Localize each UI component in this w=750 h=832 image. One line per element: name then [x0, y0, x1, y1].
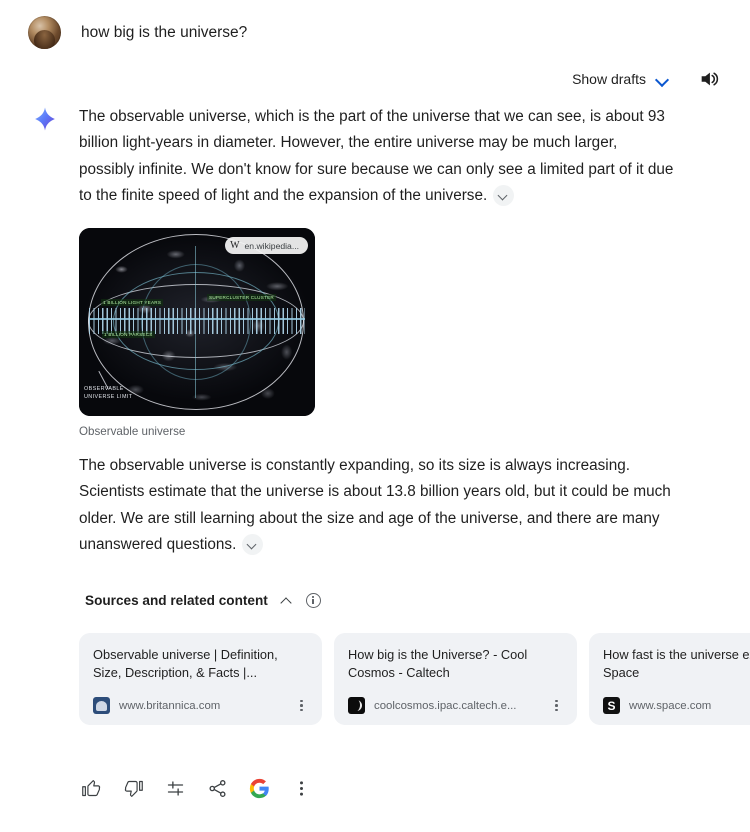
list-item[interactable]: How big is the Universe? - Cool Cosmos -…: [334, 633, 577, 725]
list-item[interactable]: Observable universe | Definition, Size, …: [79, 633, 322, 725]
sources-header: Sources and related content: [85, 593, 321, 608]
thumb-up-icon[interactable]: [79, 776, 103, 800]
gemini-response-page: how big is the universe? Show drafts The…: [0, 0, 750, 832]
chevron-up-icon[interactable]: [280, 594, 294, 608]
scale-baseline: [89, 318, 305, 320]
user-prompt-text: how big is the universe?: [81, 23, 248, 41]
source-badge-wikipedia[interactable]: W en.wikipedia...: [225, 237, 308, 254]
volume-up-icon[interactable]: [698, 68, 720, 90]
show-drafts-button[interactable]: Show drafts: [572, 71, 670, 87]
avatar[interactable]: [28, 16, 61, 49]
gemini-sparkle-icon: [32, 106, 58, 132]
response-action-bar: [79, 776, 313, 800]
image-caption: Observable universe: [79, 425, 186, 438]
response-toolbar: Show drafts: [572, 68, 720, 90]
answer-paragraph-1-text: The observable universe, which is the pa…: [79, 108, 674, 205]
user-prompt-row: how big is the universe?: [28, 16, 247, 49]
more-vert-icon[interactable]: [294, 698, 308, 714]
more-vert-icon[interactable]: [549, 698, 563, 714]
overlay-label-a: 1 BILLION LIGHT YEARS: [101, 299, 164, 306]
wikipedia-w-icon: W: [230, 239, 240, 251]
source-badge-label: en.wikipedia...: [244, 240, 299, 251]
inline-image-block: 1 BILLION LIGHT YEARS SUPERCLUSTER CLUST…: [79, 228, 315, 438]
source-card-footer: S www.space.com: [603, 697, 750, 714]
more-vert-icon[interactable]: [289, 776, 313, 800]
thumb-down-icon[interactable]: [121, 776, 145, 800]
source-card-title: Observable universe | Definition, Size, …: [93, 647, 278, 680]
sources-title[interactable]: Sources and related content: [85, 593, 268, 608]
answer-paragraph-1: The observable universe, which is the pa…: [79, 104, 675, 210]
list-item[interactable]: How fast is the universe expanding? | Sp…: [589, 633, 750, 725]
expand-paragraph-2-button[interactable]: [242, 533, 264, 555]
share-icon[interactable]: [205, 776, 229, 800]
chevron-down-icon: [655, 72, 670, 87]
overlay-label-b: SUPERCLUSTER CLUSTER: [207, 294, 276, 301]
answer-paragraph-2-text: The observable universe is constantly ex…: [79, 457, 671, 554]
info-icon[interactable]: [305, 593, 321, 608]
source-card-footer: coolcosmos.ipac.caltech.e...: [348, 697, 563, 714]
source-cards-list: Observable universe | Definition, Size, …: [79, 633, 750, 725]
expand-paragraph-1-button[interactable]: [493, 184, 515, 206]
google-logo-icon[interactable]: [247, 776, 271, 800]
source-card-title: How big is the Universe? - Cool Cosmos -…: [348, 647, 528, 680]
answer-paragraph-2: The observable universe is constantly ex…: [79, 453, 675, 559]
source-card-domain: www.britannica.com: [119, 699, 221, 712]
answer-body: The observable universe, which is the pa…: [79, 104, 675, 210]
observable-universe-thumbnail[interactable]: 1 BILLION LIGHT YEARS SUPERCLUSTER CLUST…: [79, 228, 315, 416]
caltech-favicon: [348, 697, 365, 714]
source-card-footer: www.britannica.com: [93, 697, 308, 714]
britannica-favicon: [93, 697, 110, 714]
source-card-domain: www.space.com: [629, 699, 712, 712]
show-drafts-label: Show drafts: [572, 71, 646, 87]
source-card-domain: coolcosmos.ipac.caltech.e...: [374, 699, 517, 712]
overlay-label-limit: OBSERVABLE UNIVERSE LIMIT: [84, 386, 133, 400]
tune-icon[interactable]: [163, 776, 187, 800]
source-card-title: How fast is the universe expanding? | Sp…: [603, 647, 750, 680]
space-favicon: S: [603, 697, 620, 714]
answer-body-2: The observable universe is constantly ex…: [79, 453, 675, 559]
overlay-label-c: 1 BILLION PARSECS: [102, 331, 155, 338]
